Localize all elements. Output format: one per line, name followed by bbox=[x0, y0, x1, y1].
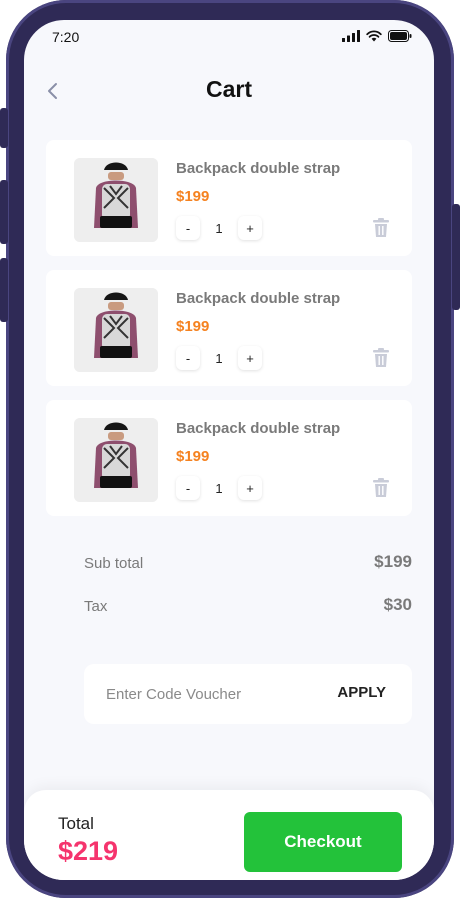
decrease-quantity-button[interactable]: - bbox=[176, 346, 200, 370]
checkout-button[interactable]: Checkout bbox=[244, 812, 402, 872]
quantity-value: 1 bbox=[215, 480, 223, 496]
voucher-code-input[interactable] bbox=[106, 682, 306, 706]
quantity-stepper: - 1 + bbox=[176, 216, 262, 240]
cart-item-card: Backpack double strap $199 - 1 + bbox=[46, 140, 412, 256]
product-thumbnail[interactable] bbox=[74, 418, 158, 502]
trash-icon bbox=[373, 478, 389, 497]
page-title: Cart bbox=[205, 76, 252, 102]
delete-item-button[interactable] bbox=[372, 478, 390, 498]
status-bar: 7:20 bbox=[24, 20, 434, 60]
checkout-bar: Total $219 Checkout bbox=[24, 790, 434, 880]
status-icons bbox=[342, 30, 412, 42]
tax-row: Tax $30 bbox=[84, 595, 412, 619]
backpack-product-image bbox=[74, 158, 158, 242]
item-price: $199 bbox=[176, 318, 210, 335]
product-thumbnail[interactable] bbox=[74, 288, 158, 372]
phone-side-button bbox=[0, 108, 8, 148]
increase-quantity-button[interactable]: + bbox=[238, 346, 262, 370]
subtotal-row: Sub total $199 bbox=[84, 552, 412, 576]
phone-side-button bbox=[0, 258, 8, 322]
cellular-signal-icon bbox=[342, 30, 360, 42]
cart-item-card: Backpack double strap $199 - 1 + bbox=[46, 400, 412, 516]
total-value: $219 bbox=[58, 836, 119, 866]
delete-item-button[interactable] bbox=[372, 348, 390, 368]
battery-icon bbox=[388, 30, 412, 42]
decrease-quantity-button[interactable]: - bbox=[176, 216, 200, 240]
wifi-icon bbox=[366, 30, 382, 42]
backpack-product-image bbox=[74, 418, 158, 502]
status-time: 7:20 bbox=[52, 29, 80, 45]
app-screen: 7:20 Cart Backpack double strap $199 - 1… bbox=[24, 20, 434, 880]
subtotal-label: Sub total bbox=[84, 555, 144, 572]
delete-item-button[interactable] bbox=[372, 218, 390, 238]
phone-side-button bbox=[0, 180, 8, 244]
increase-quantity-button[interactable]: + bbox=[238, 476, 262, 500]
trash-icon bbox=[373, 348, 389, 367]
decrease-quantity-button[interactable]: - bbox=[176, 476, 200, 500]
tax-label: Tax bbox=[84, 598, 108, 615]
item-price: $199 bbox=[176, 188, 210, 205]
top-nav: Cart bbox=[24, 72, 434, 112]
increase-quantity-button[interactable]: + bbox=[238, 216, 262, 240]
apply-voucher-button[interactable]: APPLY bbox=[337, 684, 386, 701]
item-price: $199 bbox=[176, 448, 210, 465]
quantity-stepper: - 1 + bbox=[176, 346, 262, 370]
quantity-value: 1 bbox=[215, 350, 223, 366]
quantity-value: 1 bbox=[215, 220, 223, 236]
phone-power-button bbox=[452, 204, 460, 310]
voucher-box: APPLY bbox=[84, 664, 412, 724]
item-name[interactable]: Backpack double strap bbox=[176, 160, 340, 177]
tax-value: $30 bbox=[383, 595, 412, 614]
trash-icon bbox=[373, 218, 389, 237]
item-name[interactable]: Backpack double strap bbox=[176, 290, 340, 307]
item-name[interactable]: Backpack double strap bbox=[176, 420, 340, 437]
cart-item-card: Backpack double strap $199 - 1 + bbox=[46, 270, 412, 386]
subtotal-value: $199 bbox=[374, 552, 412, 571]
product-thumbnail[interactable] bbox=[74, 158, 158, 242]
total-label: Total bbox=[58, 814, 94, 833]
backpack-product-image bbox=[74, 288, 158, 372]
quantity-stepper: - 1 + bbox=[176, 476, 262, 500]
